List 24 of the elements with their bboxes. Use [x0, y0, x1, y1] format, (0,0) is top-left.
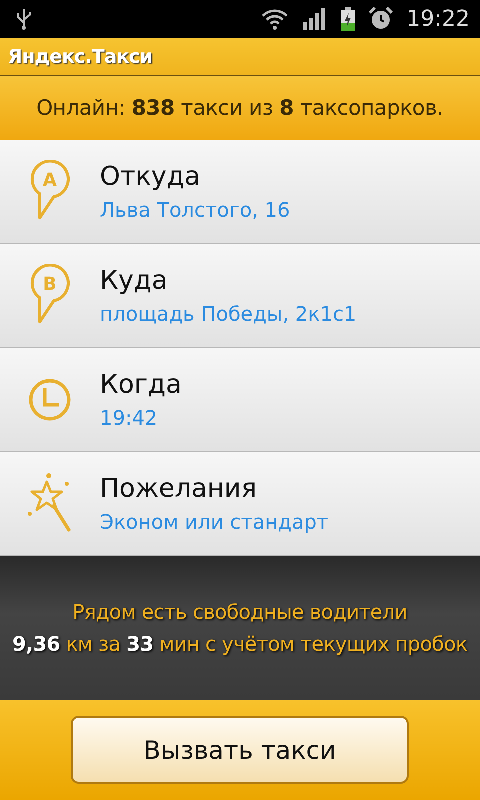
- option-title: Когда: [100, 370, 182, 400]
- option-title: Пожелания: [100, 474, 258, 504]
- clock-time: 19:22: [406, 6, 470, 32]
- battery-icon: [340, 7, 355, 31]
- app-title: Яндекс.Такси: [8, 46, 153, 68]
- option-title: Откуда: [100, 162, 202, 192]
- order-option-row[interactable]: B Куда площадь Победы, 2к1с1: [0, 244, 480, 348]
- signal-icon: [302, 8, 327, 30]
- option-value: 19:42: [100, 406, 159, 430]
- order-option-row[interactable]: Когда 19:42: [0, 348, 480, 452]
- distance-time-text: 9,36 км за 33 мин с учётом текущих пробок: [12, 632, 468, 656]
- option-value: Льва Толстого, 16: [100, 198, 290, 222]
- wifi-icon: [260, 8, 289, 30]
- order-option-row[interactable]: Пожелания Эконом или стандарт: [0, 452, 480, 556]
- order-option-row[interactable]: A Откуда Льва Толстого, 16: [0, 140, 480, 244]
- drivers-nearby-text: Рядом есть свободные водители: [72, 600, 408, 624]
- usb-icon: [16, 7, 32, 31]
- clock-icon: [28, 378, 72, 422]
- option-value: Эконом или стандарт: [100, 510, 329, 534]
- online-taxi-count: Онлайн: 838 такси из 8 таксопарков.: [36, 96, 444, 120]
- option-title: Куда: [100, 266, 169, 296]
- alarm-clock-icon: [368, 7, 393, 31]
- option-value: площадь Победы, 2к1с1: [100, 302, 357, 326]
- call-taxi-button[interactable]: Вызвать такси: [71, 716, 409, 784]
